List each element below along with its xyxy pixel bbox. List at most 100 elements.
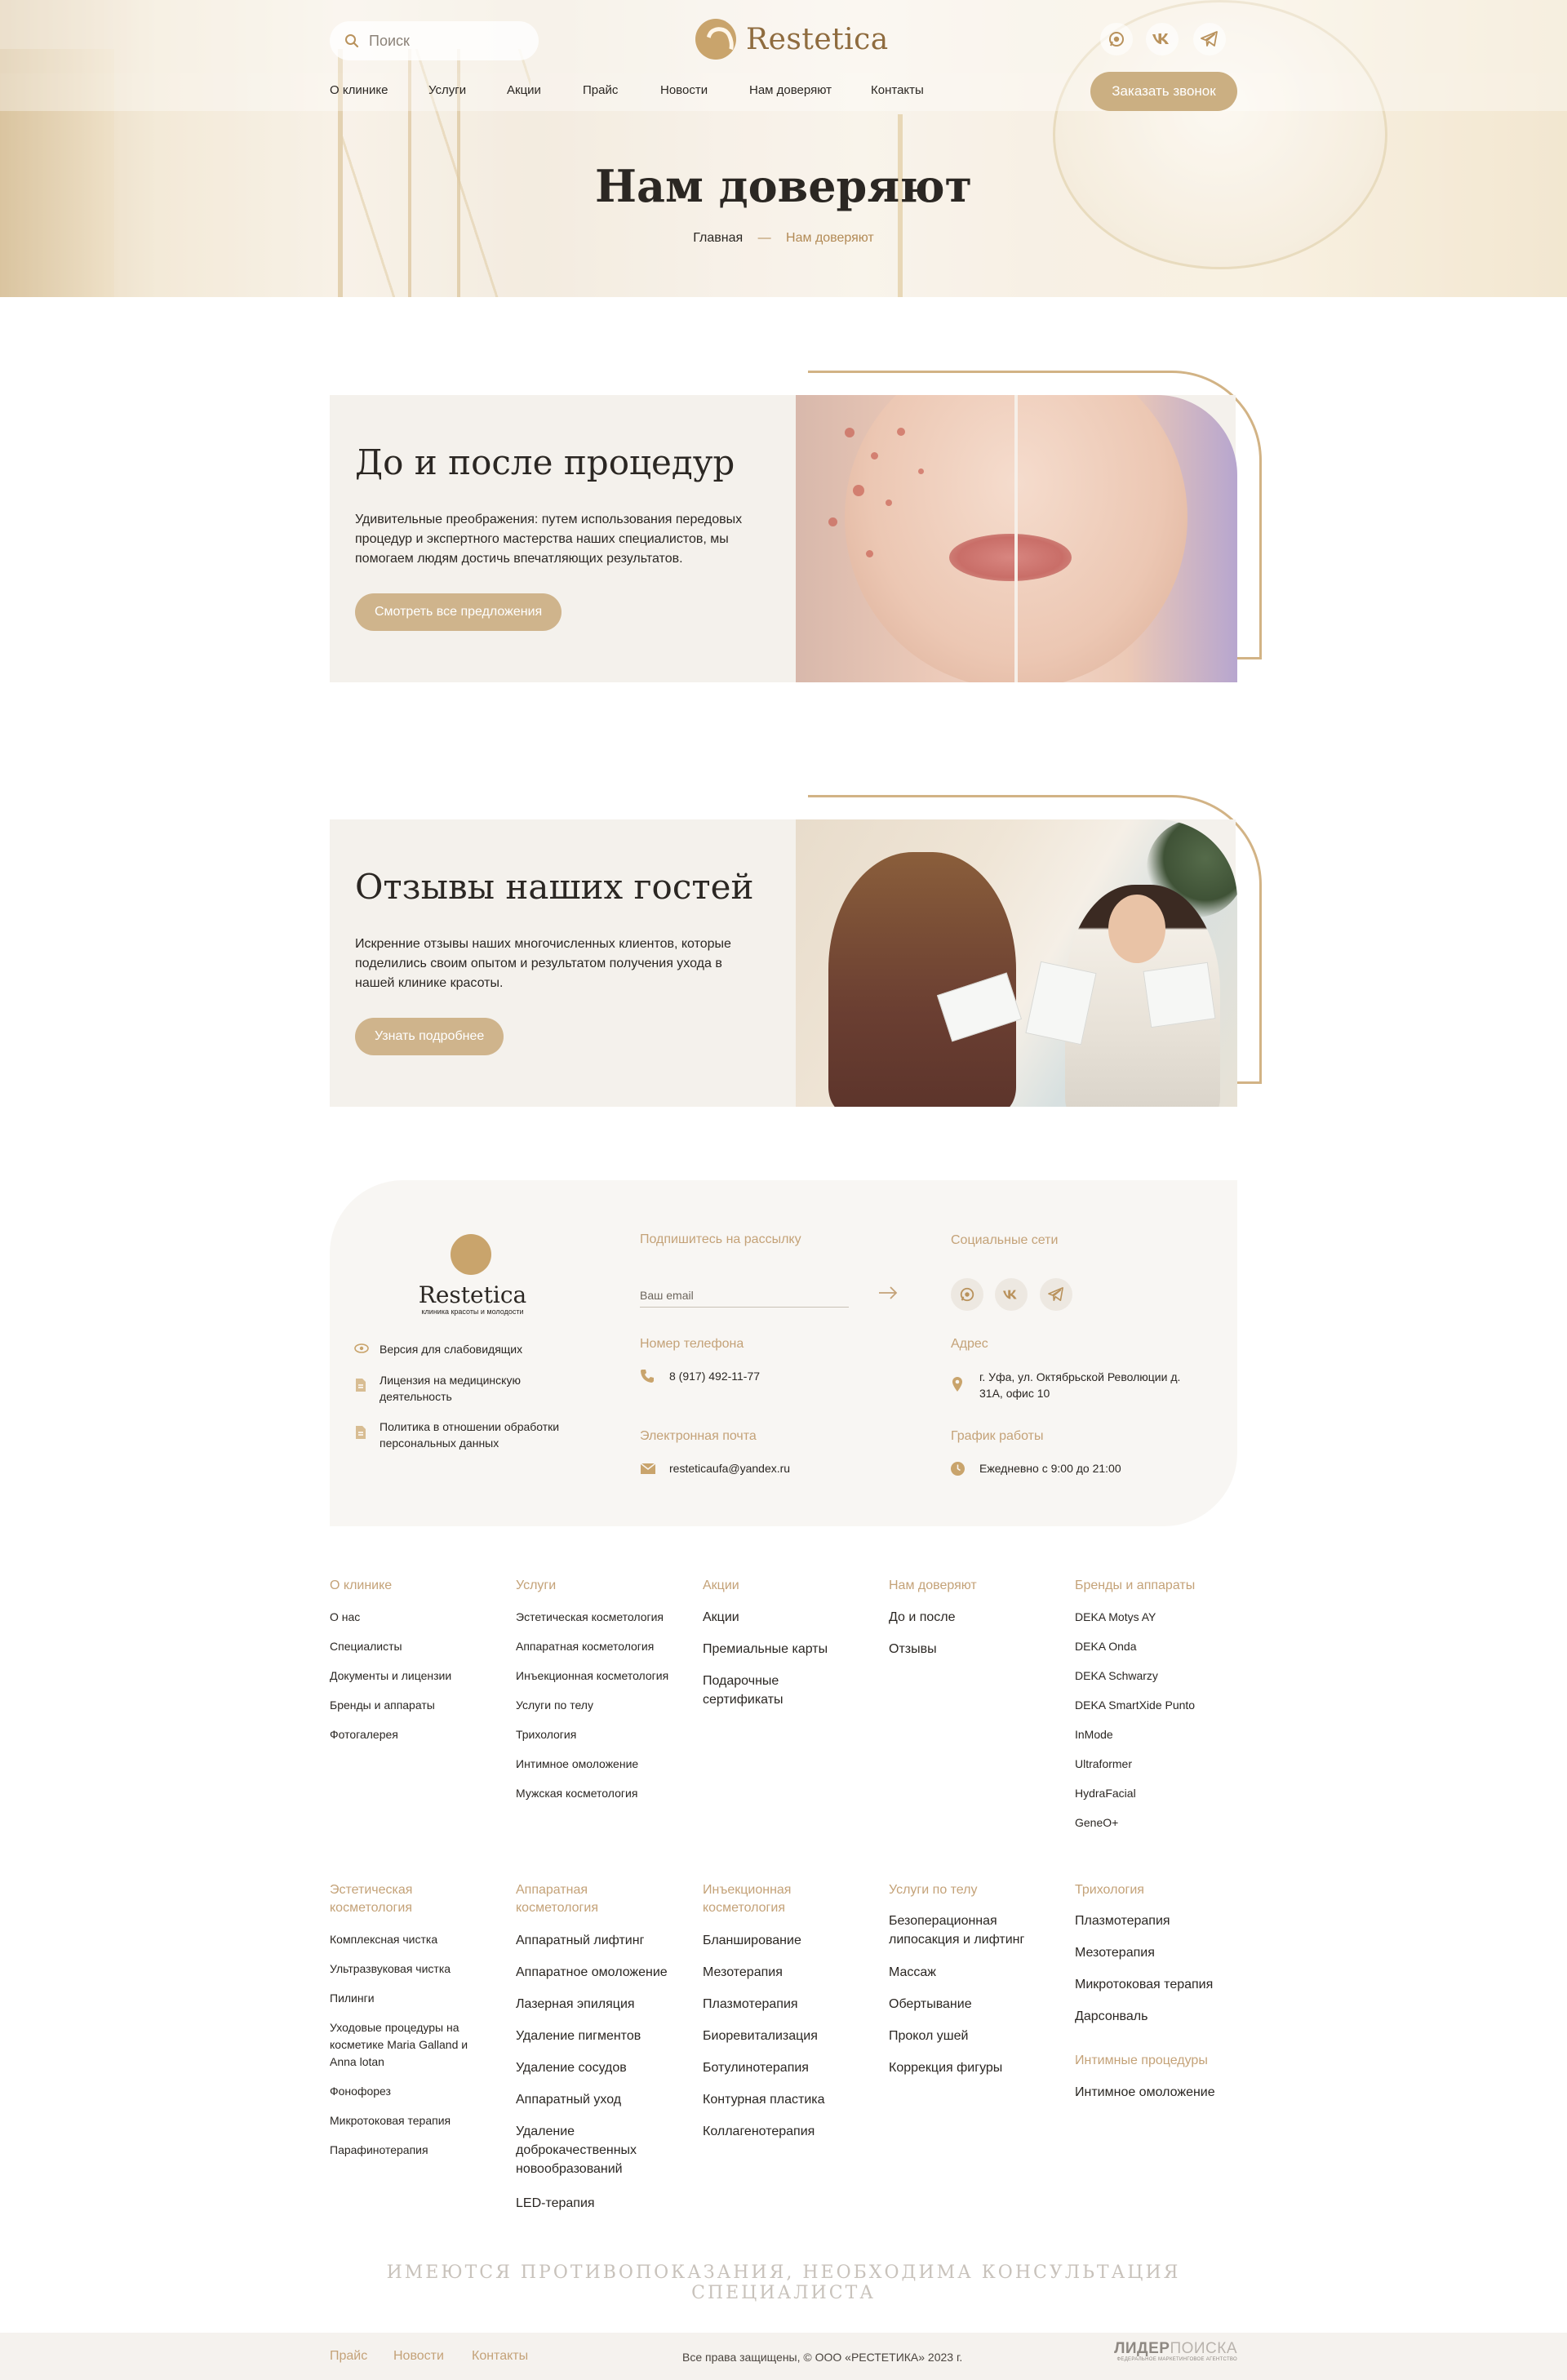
nav-promos[interactable]: Акции: [507, 83, 541, 97]
sitemap-link[interactable]: Интимное омоложение: [1075, 2083, 1215, 2102]
sitemap-link[interactable]: Плазмотерапия: [1075, 1912, 1170, 1930]
view-offers-button[interactable]: Смотреть все предложения: [355, 593, 562, 631]
learn-more-button[interactable]: Узнать подробнее: [355, 1018, 504, 1055]
sitemap-link[interactable]: Удаление пигментов: [516, 2027, 641, 2045]
breadcrumb-home[interactable]: Главная: [693, 231, 743, 245]
sitemap-heading-about[interactable]: О клинике: [330, 1577, 392, 1595]
sitemap-link[interactable]: Бланширование: [703, 1931, 801, 1950]
sitemap-link[interactable]: Ботулинотерапия: [703, 2058, 809, 2077]
sitemap-link[interactable]: LED-терапия: [516, 2194, 595, 2213]
sitemap-link[interactable]: Мужская косметология: [516, 1785, 637, 1801]
sitemap-link[interactable]: Инъекционная косметология: [516, 1667, 668, 1684]
sitemap-heading-aesthetic[interactable]: Эстетическая косметология: [330, 1881, 460, 1917]
sitemap-link[interactable]: Аппаратное омоложение: [516, 1963, 668, 1982]
email-address[interactable]: resteticaufa@yandex.ru: [669, 1460, 790, 1476]
privacy-policy-link[interactable]: Политика в отношении обработки персональ…: [380, 1419, 592, 1451]
sitemap-link[interactable]: Премиальные карты: [703, 1640, 828, 1658]
nav-contacts[interactable]: Контакты: [871, 83, 924, 97]
sitemap-link[interactable]: Пилинги: [330, 1990, 375, 2006]
sitemap-link[interactable]: DEKA Schwarzy: [1075, 1667, 1158, 1684]
sitemap-link[interactable]: Эстетическая косметология: [516, 1609, 664, 1625]
sitemap-heading-services[interactable]: Услуги: [516, 1577, 556, 1595]
sitemap-link[interactable]: Плазмотерапия: [703, 1995, 798, 2014]
sitemap-link[interactable]: DEKA Motys AY: [1075, 1609, 1156, 1625]
sitemap-heading-intimate[interactable]: Интимные процедуры: [1075, 2052, 1208, 2070]
nav-trust[interactable]: Нам доверяют: [749, 83, 832, 97]
telegram-button[interactable]: [1193, 23, 1226, 56]
logo[interactable]: Restetica: [695, 18, 889, 60]
sitemap-link[interactable]: Подарочные сертификаты: [703, 1672, 825, 1709]
bottom-link-contacts[interactable]: Контакты: [472, 2349, 528, 2364]
sitemap-link[interactable]: HydraFacial: [1075, 1785, 1136, 1801]
sitemap-link[interactable]: DEKA SmartXide Punto: [1075, 1697, 1195, 1713]
nav-price[interactable]: Прайс: [583, 83, 618, 97]
arrow-right-icon[interactable]: [878, 1286, 898, 1299]
sitemap-link[interactable]: О нас: [330, 1609, 360, 1625]
sitemap-link[interactable]: Акции: [703, 1608, 739, 1627]
low-vision-link[interactable]: Версия для слабовидящих: [380, 1341, 522, 1357]
sitemap-link[interactable]: Удаление сосудов: [516, 2058, 627, 2077]
bottom-link-price[interactable]: Прайс: [330, 2349, 367, 2364]
sitemap-link[interactable]: Ultraformer: [1075, 1756, 1132, 1772]
footer-telegram-button[interactable]: [1040, 1278, 1072, 1311]
sitemap-link[interactable]: Документы и лицензии: [330, 1667, 451, 1684]
sitemap-link[interactable]: Трихология: [516, 1726, 576, 1743]
footer-vk-button[interactable]: [995, 1278, 1028, 1311]
sitemap-link[interactable]: Аппаратная косметология: [516, 1638, 654, 1654]
sitemap-link[interactable]: Коррекция фигуры: [889, 2058, 1002, 2077]
bottom-link-news[interactable]: Новости: [393, 2349, 444, 2364]
sitemap-link[interactable]: Мезотерапия: [1075, 1943, 1155, 1962]
sitemap-link[interactable]: Дарсонваль: [1075, 2007, 1148, 2026]
sitemap-link[interactable]: Лазерная эпиляция: [516, 1995, 635, 2014]
footer-whatsapp-button[interactable]: [951, 1278, 983, 1311]
vk-button[interactable]: [1146, 23, 1179, 56]
sitemap-link[interactable]: Отзывы: [889, 1640, 937, 1658]
sitemap-link[interactable]: Услуги по телу: [516, 1697, 593, 1713]
sitemap-heading-promos[interactable]: Акции: [703, 1577, 739, 1595]
sitemap-link[interactable]: Мезотерапия: [703, 1963, 783, 1982]
sitemap-heading-body[interactable]: Услуги по телу: [889, 1881, 978, 1899]
phone-number[interactable]: 8 (917) 492-11-77: [669, 1368, 760, 1384]
sitemap-link[interactable]: DEKA Onda: [1075, 1638, 1137, 1654]
sitemap-link[interactable]: Аппаратный уход: [516, 2090, 621, 2109]
sitemap-link[interactable]: Микротоковая терапия: [1075, 1975, 1213, 1994]
license-link[interactable]: Лицензия на медицинскую деятельность: [380, 1372, 575, 1405]
sitemap-heading-hardware[interactable]: Аппаратная косметология: [516, 1881, 646, 1917]
sitemap-link[interactable]: Обертывание: [889, 1995, 972, 2014]
sitemap-link[interactable]: Парафинотерапия: [330, 2142, 428, 2158]
nav-about[interactable]: О клинике: [330, 83, 388, 97]
sitemap-link[interactable]: Коллагенотерапия: [703, 2122, 815, 2141]
sitemap-link[interactable]: Прокол ушей: [889, 2027, 968, 2045]
sitemap-heading-injection[interactable]: Инъекционная косметология: [703, 1881, 833, 1917]
sitemap-link[interactable]: Удаление доброкачественных новообразован…: [516, 2122, 671, 2178]
sitemap-link[interactable]: Бренды и аппараты: [330, 1697, 435, 1713]
before-after-photo: [796, 395, 1237, 682]
sitemap-link[interactable]: InMode: [1075, 1726, 1113, 1743]
sitemap-link[interactable]: Интимное омоложение: [516, 1756, 638, 1772]
sitemap-link[interactable]: Биоревитализация: [703, 2027, 818, 2045]
sitemap-link[interactable]: Безоперационная липосакция и лифтинг: [889, 1912, 1044, 1949]
sitemap-link[interactable]: Аппаратный лифтинг: [516, 1931, 644, 1950]
search-input[interactable]: [369, 32, 516, 50]
sitemap-link[interactable]: GeneO+: [1075, 1814, 1118, 1831]
sitemap-link[interactable]: Специалисты: [330, 1638, 402, 1654]
whatsapp-button[interactable]: [1100, 23, 1133, 56]
sitemap-link[interactable]: Контурная пластика: [703, 2090, 825, 2109]
sitemap-link[interactable]: Уходовые процедуры на косметике Maria Ga…: [330, 2019, 493, 2071]
sitemap-heading-trichology[interactable]: Трихология: [1075, 1881, 1144, 1899]
order-call-button[interactable]: Заказать звонок: [1090, 72, 1237, 111]
developer-logo[interactable]: ЛИДЕРПОИСКА ФЕДЕРАЛЬНОЕ МАРКЕТИНГОВОЕ АГ…: [1107, 2341, 1237, 2363]
sitemap-heading-trust[interactable]: Нам доверяют: [889, 1577, 977, 1595]
sitemap-link[interactable]: Фонофорез: [330, 2083, 391, 2099]
sitemap-link[interactable]: Фотогалерея: [330, 1726, 398, 1743]
subscribe-email-input[interactable]: [640, 1283, 849, 1308]
search-box[interactable]: [330, 21, 539, 60]
sitemap-link[interactable]: Массаж: [889, 1963, 936, 1982]
sitemap-link[interactable]: Микротоковая терапия: [330, 2112, 451, 2129]
sitemap-link[interactable]: До и после: [889, 1608, 956, 1627]
sitemap-link[interactable]: Комплексная чистка: [330, 1931, 437, 1947]
nav-services[interactable]: Услуги: [428, 83, 466, 97]
sitemap-link[interactable]: Ультразвуковая чистка: [330, 1960, 451, 1977]
sitemap-heading-brands[interactable]: Бренды и аппараты: [1075, 1577, 1195, 1595]
nav-news[interactable]: Новости: [660, 83, 708, 97]
